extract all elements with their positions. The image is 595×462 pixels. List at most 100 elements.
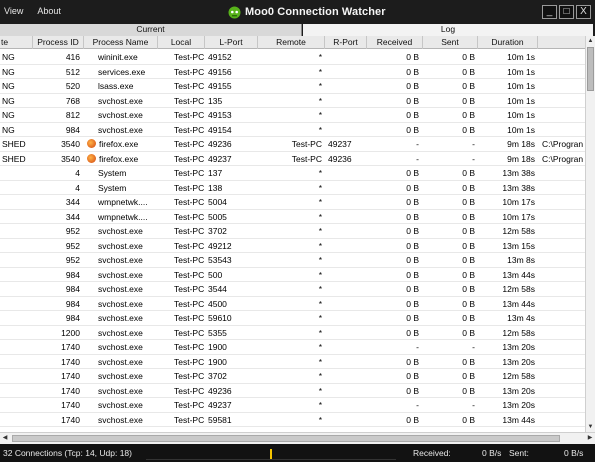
scroll-left-arrow-icon[interactable]: ◀ xyxy=(0,433,10,444)
cell-path xyxy=(538,79,585,93)
table-row[interactable]: SHED 3540 firefox.exe Test-PC 49236 Test-PC 49… xyxy=(0,137,585,152)
cell-state xyxy=(0,384,33,398)
cell-received: 0 B xyxy=(406,269,419,280)
table-row[interactable]: 952 svchost.exe Test-PC 53543 * 0 B 0 B 13m 8s xyxy=(0,253,585,268)
cell-received: 0 B xyxy=(406,298,419,309)
table-row[interactable]: 984 svchost.exe Test-PC 500 * 0 B 0 B 13m 44s xyxy=(0,268,585,282)
table-row[interactable]: 1740 svchost.exe Test-PC 1900 * 0 B 0 B 13m 20s xyxy=(0,355,585,369)
cell-received: 0 B xyxy=(406,197,419,207)
cell-process-id: 1740 xyxy=(61,342,80,352)
cell-local-port: 49153 xyxy=(208,110,232,120)
vertical-scroll-thumb[interactable] xyxy=(587,47,594,91)
column-header-state[interactable]: te xyxy=(0,36,33,49)
cell-local: Test-PC xyxy=(174,298,205,309)
cell-duration: 13m 4s xyxy=(507,313,535,323)
cell-process-name-text: svchost.exe xyxy=(98,385,143,396)
table-row[interactable]: 1740 svchost.exe Test-PC 49237 * - - 13m 20s xyxy=(0,398,585,413)
cell-process-id: 984 xyxy=(65,298,80,309)
table-row[interactable]: 984 svchost.exe Test-PC 4500 * 0 B 0 B 13m 44s xyxy=(0,297,585,311)
menu-about[interactable]: About xyxy=(37,6,61,16)
cell-local: Test-PC xyxy=(174,414,205,425)
cell-state xyxy=(0,398,33,412)
cell-path xyxy=(538,224,585,238)
column-header-remote[interactable]: Remote xyxy=(258,36,325,49)
vertical-scrollbar[interactable]: ▲ ▼ xyxy=(585,36,595,432)
received-rate: 0 B/s xyxy=(482,448,502,458)
column-header-received[interactable]: Received xyxy=(367,36,423,49)
cell-local-port: 49236 xyxy=(208,139,232,149)
table-row[interactable]: 344 wmpnetwk.... Test-PC 5004 * 0 B 0 B 10m 17s xyxy=(0,195,585,210)
cell-local-port: 59581 xyxy=(208,414,232,425)
cell-local-port: 49155 xyxy=(208,81,232,91)
cell-sent: 0 B xyxy=(462,371,475,381)
tab-log[interactable]: Log xyxy=(303,24,593,36)
cell-process-name-text: wmpnetwk.... xyxy=(98,197,148,207)
horizontal-scrollbar[interactable]: ◀ ▶ xyxy=(0,432,595,444)
table-row[interactable]: 984 svchost.exe Test-PC 59610 * 0 B 0 B 13m 4s xyxy=(0,311,585,326)
cell-duration: 12m 58s xyxy=(502,226,535,236)
column-header-local[interactable]: Local xyxy=(158,36,205,49)
column-header-duration[interactable]: Duration xyxy=(478,36,538,49)
cell-local: Test-PC xyxy=(174,327,205,338)
table-row[interactable]: 952 svchost.exe Test-PC 3702 * 0 B 0 B 12m 58s xyxy=(0,224,585,239)
table-row[interactable]: 4 System Test-PC 137 * 0 B 0 B 13m 38s xyxy=(0,166,585,181)
cell-process-name-text: svchost.exe xyxy=(98,226,143,236)
table-row[interactable]: NG 812 svchost.exe Test-PC 49153 * 0 B 0 B 10m 1… xyxy=(0,108,585,123)
scroll-down-arrow-icon[interactable]: ▼ xyxy=(586,422,595,432)
cell-sent: - xyxy=(472,342,475,352)
table-row[interactable]: 1200 svchost.exe Test-PC 5355 * 0 B 0 B 12m 58s xyxy=(0,326,585,340)
column-header-process-name[interactable]: Process Name xyxy=(84,36,158,49)
cell-duration: 10m 1s xyxy=(507,66,535,77)
cell-local: Test-PC xyxy=(174,110,205,120)
cell-received: 0 B xyxy=(406,211,419,222)
table-body: NG 416 wininit.exe Test-PC 49152 * 0 B0 B 10m 1… xyxy=(0,50,585,427)
scroll-right-arrow-icon[interactable]: ▶ xyxy=(585,433,595,444)
cell-path xyxy=(538,340,585,354)
cell-remote-port xyxy=(325,166,367,180)
table-row[interactable]: NG 768 svchost.exe Test-PC 135 * 0 B 0 B 10m 1s xyxy=(0,94,585,108)
tab-current[interactable]: Current xyxy=(0,24,302,36)
table-row[interactable]: 1740 svchost.exe Test-PC 59581 * 0 B 0 B 13m 44… xyxy=(0,413,585,427)
cell-sent: 0 B xyxy=(462,356,475,367)
cell-local-port: 5355 xyxy=(208,327,227,338)
cell-local-port: 53543 xyxy=(208,255,232,265)
cell-sent: 0 B xyxy=(462,240,475,251)
column-header-process-id[interactable]: Process ID xyxy=(33,36,84,49)
table-row[interactable]: SHED 3540 firefox.exe Test-PC 49237 Test-PC 49… xyxy=(0,152,585,166)
column-header-local-port[interactable]: L-Port xyxy=(205,36,258,49)
menu-view[interactable]: View xyxy=(4,6,23,16)
cell-local: Test-PC xyxy=(174,400,205,410)
close-button[interactable]: X xyxy=(576,5,591,19)
table-row[interactable]: 4 System Test-PC 138 * 0 B 0 B 13m 38s xyxy=(0,181,585,195)
table-row[interactable]: 984 svchost.exe Test-PC 3544 * 0 B 0 B 12m 58s xyxy=(0,282,585,297)
cell-sent: - xyxy=(472,400,475,410)
table-row[interactable]: 952 svchost.exe Test-PC 49212 * 0 B 0 B 13m 15s xyxy=(0,239,585,253)
minimize-button[interactable]: _ xyxy=(542,5,557,19)
table-row[interactable]: 1740 svchost.exe Test-PC 49236 * 0 B 0 B 13m 20… xyxy=(0,384,585,398)
column-header-remote-port[interactable]: R-Port xyxy=(325,36,367,49)
cell-sent: 0 B xyxy=(462,124,475,135)
table-row[interactable]: 1740 svchost.exe Test-PC 1900 * - - 13m 20s xyxy=(0,340,585,355)
cell-local-port: 1900 xyxy=(208,342,227,352)
horizontal-scroll-thumb[interactable] xyxy=(12,435,560,442)
cell-process-id: 1740 xyxy=(61,371,80,381)
cell-process-name-text: System xyxy=(98,168,127,178)
cell-remote: * xyxy=(318,81,322,91)
cell-state xyxy=(0,210,33,224)
table-header: te Process ID Process Name Local L-Port Remot… xyxy=(0,36,585,49)
maximize-button[interactable]: □ xyxy=(559,5,574,19)
table-row[interactable]: NG 416 wininit.exe Test-PC 49152 * 0 B 0 B 10m 1… xyxy=(0,50,585,65)
table-row[interactable]: NG 520 lsass.exe Test-PC 49155 * 0 B 0 B 10m 1s xyxy=(0,79,585,94)
cell-state xyxy=(0,355,33,369)
traffic-graph xyxy=(146,446,396,460)
cell-process-name: svchost.exe xyxy=(84,268,158,282)
cell-process-name-text: svchost.exe xyxy=(98,400,143,410)
cell-process-name: svchost.exe xyxy=(84,282,158,296)
table-row[interactable]: NG 512 services.exe Test-PC 49156 * 0 B 0 B 10m … xyxy=(0,65,585,79)
table-row[interactable]: 344 wmpnetwk.... Test-PC 5005 * 0 B 0 B 10m 17s xyxy=(0,210,585,224)
table-row[interactable]: NG 984 svchost.exe Test-PC 49154 * 0 B 0 B 10m 1… xyxy=(0,123,585,137)
cell-process-id: 952 xyxy=(65,255,80,265)
table-row[interactable]: 1740 svchost.exe Test-PC 3702 * 0 B 0 B 12m 58s xyxy=(0,369,585,384)
column-header-sent[interactable]: Sent xyxy=(423,36,478,49)
scroll-up-arrow-icon[interactable]: ▲ xyxy=(586,36,595,46)
